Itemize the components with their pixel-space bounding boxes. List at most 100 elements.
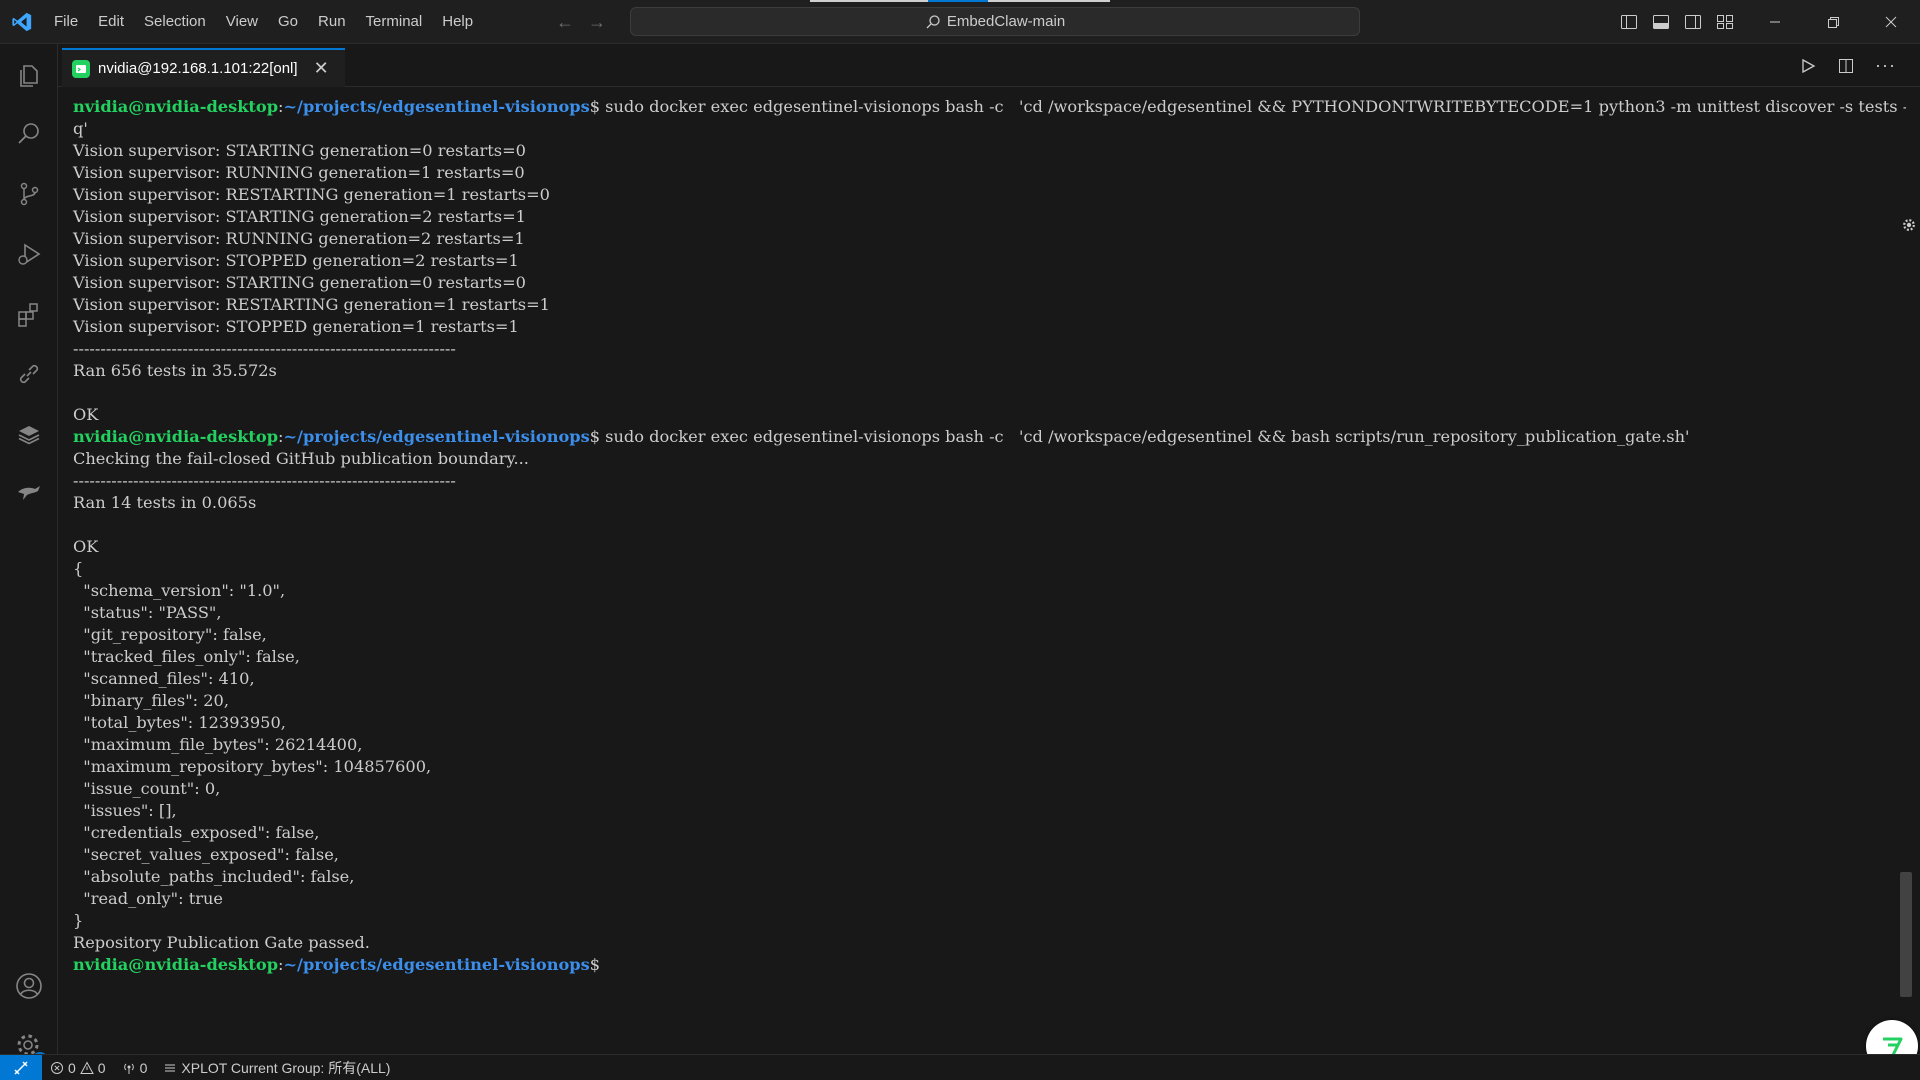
terminal-text: "status": "PASS", — [73, 603, 222, 622]
terminal-text: "scanned_files": 410, — [73, 669, 255, 688]
remote-link-icon[interactable] — [0, 350, 58, 398]
navigation-arrows: ← → — [556, 0, 606, 44]
status-bar: 0 0 0 XPLOT Current Group: 所有(ALL) — [0, 1054, 1920, 1080]
json-output-line: "binary_files": 20, — [73, 690, 1906, 712]
close-button[interactable] — [1862, 0, 1920, 44]
command-wrap-line: q' — [73, 118, 1906, 140]
json-output-line: "absolute_paths_included": false, — [73, 866, 1906, 888]
terminal-text: "maximum_file_bytes": 26214400, — [73, 735, 363, 754]
terminal-text: "schema_version": "1.0", — [73, 581, 286, 600]
command-center-search[interactable]: EmbedClaw-main — [630, 7, 1360, 36]
terminal-text: ----------------------------------------… — [73, 339, 456, 358]
terminal-text: { — [73, 559, 84, 578]
search-icon[interactable] — [0, 110, 58, 158]
terminal-text: ----------------------------------------… — [73, 471, 456, 490]
search-icon — [926, 14, 940, 28]
activity-bar: 1 — [0, 44, 58, 1068]
terminal-text: Vision supervisor: RUNNING generation=1 … — [73, 163, 525, 182]
terminal-text: "maximum_repository_bytes": 104857600, — [73, 757, 432, 776]
forward-arrow-icon[interactable]: → — [588, 12, 606, 33]
terminal-text: Vision supervisor: STARTING generation=2… — [73, 207, 526, 226]
toggle-primary-sidebar-icon[interactable] — [1620, 13, 1638, 31]
terminal-text: } — [73, 911, 84, 930]
terminal-scrollbar[interactable] — [1900, 872, 1912, 997]
toggle-secondary-sidebar-icon[interactable] — [1684, 13, 1702, 31]
terminal-tab-icon — [72, 59, 90, 78]
command-text: sudo docker exec edgesentinel-visionops … — [600, 427, 1690, 446]
tab-close-icon[interactable]: ✕ — [314, 58, 329, 79]
accounts-icon[interactable] — [0, 962, 58, 1010]
toggle-panel-icon[interactable] — [1652, 13, 1670, 31]
explorer-icon[interactable] — [0, 52, 58, 100]
remote-indicator-button[interactable] — [0, 1054, 42, 1080]
prompt-path: ~/projects/edgesentinel-visionops — [283, 955, 590, 974]
terminal-text: Vision supervisor: STARTING generation=0… — [73, 141, 526, 160]
menu-file[interactable]: File — [44, 0, 88, 44]
tab-ssh-terminal[interactable]: nvidia@192.168.1.101:22[onl] ✕ — [62, 48, 345, 87]
extensions-icon[interactable] — [0, 290, 58, 338]
terminal-output: nvidia@nvidia-desktop:~/projects/edgesen… — [73, 96, 1906, 976]
problems-indicator[interactable]: 0 0 — [42, 1055, 114, 1080]
split-editor-icon[interactable] — [1837, 57, 1855, 75]
json-output-line: "git_repository": false, — [73, 624, 1906, 646]
terminal-text: "total_bytes": 12393950, — [73, 713, 286, 732]
xplot-group-indicator[interactable]: XPLOT Current Group: 所有(ALL) — [155, 1055, 398, 1080]
terminal-text: Vision supervisor: RESTARTING generation… — [73, 295, 550, 314]
terminal-text: "read_only": true — [73, 889, 223, 908]
run-icon[interactable] — [1799, 57, 1817, 75]
broadcast-icon — [123, 1063, 134, 1074]
prompt-line: nvidia@nvidia-desktop:~/projects/edgesen… — [73, 426, 1906, 448]
test-summary-line: Ran 656 tests in 35.572s — [73, 360, 1906, 382]
menu-view[interactable]: View — [216, 0, 268, 44]
terminal-text: Checking the fail-closed GitHub publicat… — [73, 449, 529, 468]
ports-indicator[interactable]: 0 — [114, 1055, 156, 1080]
layers-icon[interactable] — [0, 410, 58, 458]
menu-terminal[interactable]: Terminal — [356, 0, 433, 44]
supervisor-log-line: Vision supervisor: RUNNING generation=1 … — [73, 162, 1906, 184]
supervisor-log-line: Vision supervisor: STOPPED generation=2 … — [73, 250, 1906, 272]
json-output-line: "credentials_exposed": false, — [73, 822, 1906, 844]
supervisor-log-line: Vision supervisor: RESTARTING generation… — [73, 294, 1906, 316]
terminal-text: "tracked_files_only": false, — [73, 647, 300, 666]
prompt-dollar: $ — [589, 427, 601, 446]
tab-label: nvidia@192.168.1.101:22[onl] — [98, 60, 298, 77]
list-icon — [165, 1064, 176, 1071]
test-summary-line: Ran 14 tests in 0.065s — [73, 492, 1906, 514]
json-output-line: "total_bytes": 12393950, — [73, 712, 1906, 734]
kangaroo-extension-icon[interactable] — [0, 468, 58, 516]
menu-selection[interactable]: Selection — [134, 0, 216, 44]
terminal-panel[interactable]: nvidia@nvidia-desktop:~/projects/edgesen… — [58, 88, 1906, 1054]
prompt-user: nvidia@nvidia-desktop — [73, 955, 279, 974]
back-arrow-icon[interactable]: ← — [556, 12, 574, 33]
menu-bar: File Edit Selection View Go Run Terminal Help — [44, 0, 483, 44]
terminal-text: q' — [73, 119, 88, 138]
warning-icon — [79, 1060, 94, 1074]
error-icon — [51, 1061, 63, 1074]
terminal-text: OK — [73, 537, 99, 556]
menu-edit[interactable]: Edit — [88, 0, 134, 44]
customize-layout-icon[interactable] — [1716, 13, 1734, 31]
restore-button[interactable] — [1804, 0, 1862, 44]
terminal-text: Vision supervisor: STARTING generation=0… — [73, 273, 526, 292]
menu-run[interactable]: Run — [308, 0, 356, 44]
xplot-group-label: XPLOT Current Group: 所有(ALL) — [181, 1059, 391, 1076]
prompt-user: nvidia@nvidia-desktop — [73, 427, 279, 446]
remote-icon — [14, 1060, 28, 1075]
menu-go[interactable]: Go — [268, 0, 308, 44]
menu-help[interactable]: Help — [432, 0, 483, 44]
terminal-settings-gear-icon[interactable] — [1898, 214, 1920, 236]
supervisor-log-line: Vision supervisor: STOPPED generation=1 … — [73, 316, 1906, 338]
more-actions-icon[interactable]: ··· — [1875, 55, 1896, 76]
terminal-text: "absolute_paths_included": false, — [73, 867, 355, 886]
run-debug-icon[interactable] — [0, 230, 58, 278]
terminal-text: Vision supervisor: RESTARTING generation… — [73, 185, 550, 204]
json-output-line: { — [73, 558, 1906, 580]
terminal-text: "issues": [], — [73, 801, 177, 820]
prompt-path: ~/projects/edgesentinel-visionops — [283, 97, 590, 116]
source-control-icon[interactable] — [0, 170, 58, 218]
supervisor-log-line: Vision supervisor: STARTING generation=0… — [73, 140, 1906, 162]
terminal-text: "binary_files": 20, — [73, 691, 229, 710]
json-output-line: "issues": [], — [73, 800, 1906, 822]
minimize-button[interactable] — [1746, 0, 1804, 44]
